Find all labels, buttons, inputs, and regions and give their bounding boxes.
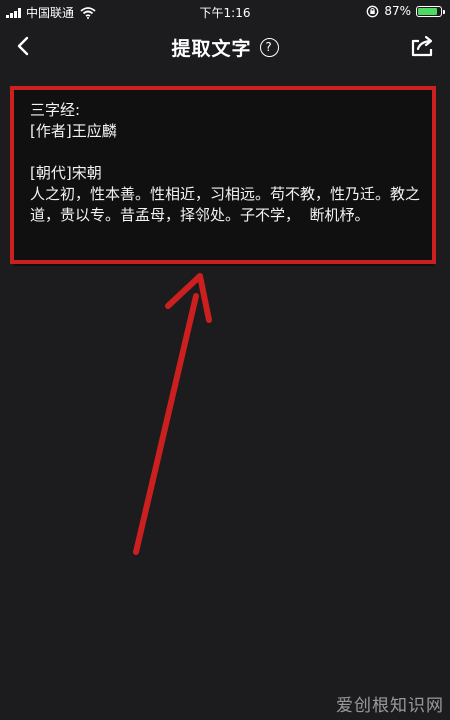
status-right: 87% (366, 4, 445, 18)
watermark: 爱创根知识网 (336, 696, 444, 716)
share-icon[interactable] (408, 32, 436, 60)
nav-bar: 提取文字 ? (0, 22, 450, 72)
arrow-shaft (133, 293, 199, 555)
page-title: 提取文字 ? (0, 34, 450, 61)
orientation-lock-icon (366, 5, 379, 17)
page-title-text: 提取文字 (171, 38, 252, 60)
help-icon[interactable]: ? (259, 38, 279, 57)
arrow-head (165, 273, 212, 323)
highlight-annotation-box (10, 86, 436, 264)
battery-fill (418, 7, 438, 15)
battery-icon (416, 5, 445, 17)
status-bar: 中国联通 下午1:16 87% (0, 0, 450, 22)
battery-percent: 87% (384, 4, 411, 18)
